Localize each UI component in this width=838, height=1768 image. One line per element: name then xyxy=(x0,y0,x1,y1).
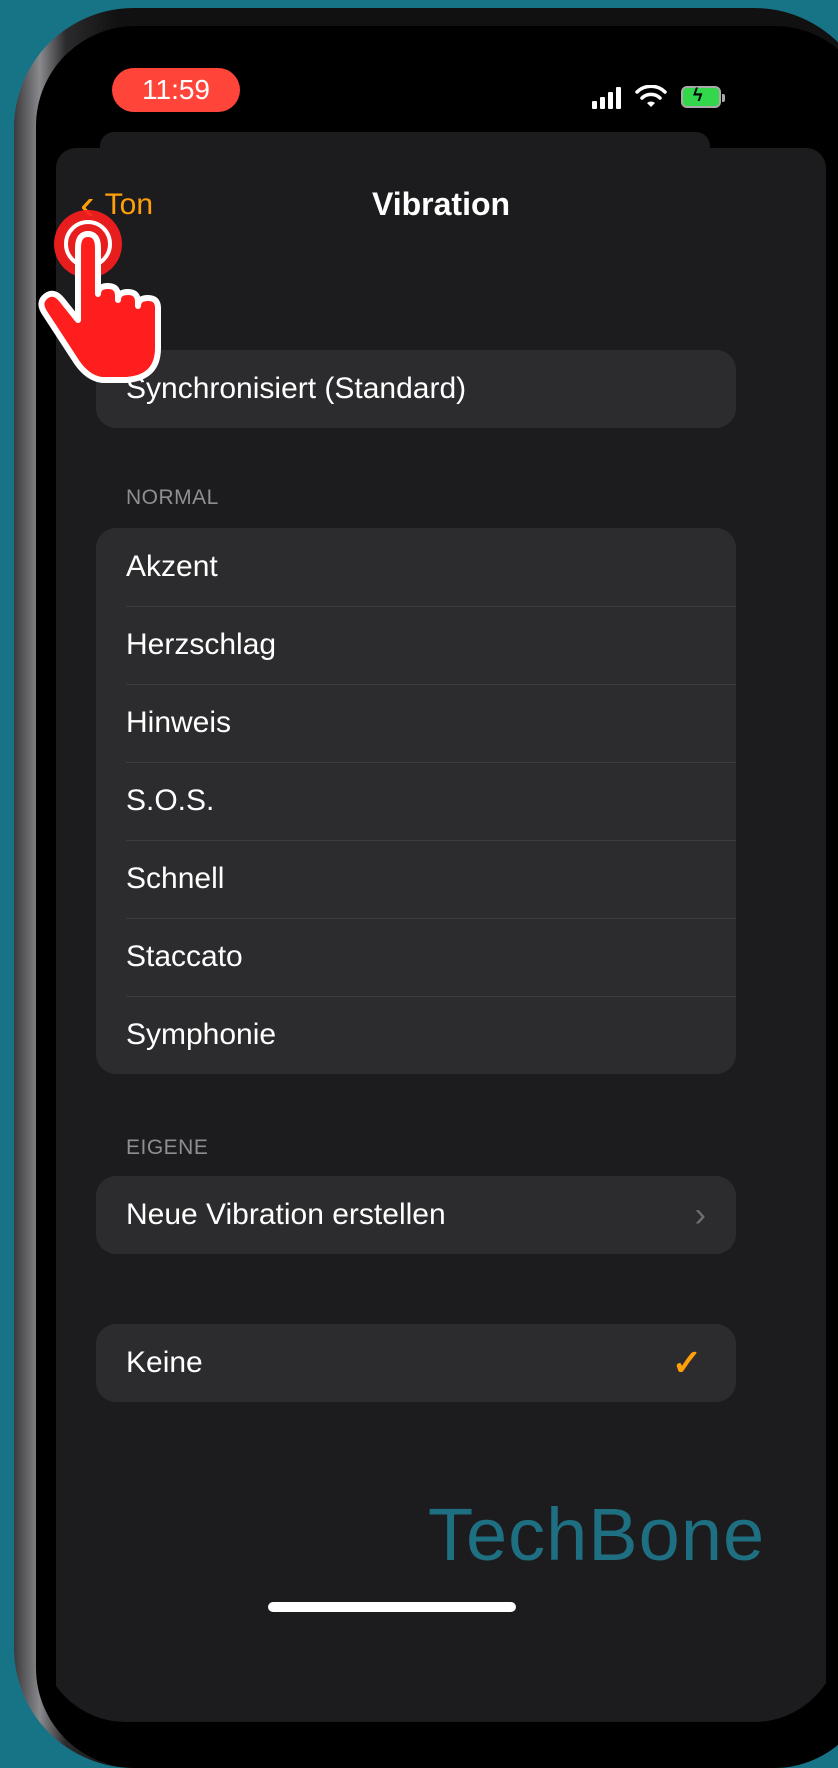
list-item[interactable]: S.O.S. xyxy=(96,762,736,840)
list-item[interactable]: Schnell xyxy=(96,840,736,918)
section-custom-header: EIGENE xyxy=(126,1136,209,1159)
watermark-logo: TechBone xyxy=(428,1493,766,1576)
list-item[interactable]: Akzent xyxy=(96,528,736,606)
synced-option[interactable]: Synchronisiert (Standard) xyxy=(96,350,736,428)
none-option[interactable]: Keine ✓ xyxy=(96,1324,736,1402)
list-item[interactable]: Hinweis xyxy=(96,684,736,762)
list-item[interactable]: Symphonie xyxy=(96,996,736,1074)
list-item[interactable]: Herzschlag xyxy=(96,606,736,684)
synced-group: Synchronisiert (Standard) xyxy=(96,350,736,428)
list-item[interactable]: Staccato xyxy=(96,918,736,996)
status-icons: ϟ xyxy=(592,82,725,112)
battery-charging-icon: ϟ xyxy=(681,85,725,108)
section-normal-header: NORMAL xyxy=(126,486,219,509)
custom-group: Neue Vibration erstellen › xyxy=(96,1176,736,1254)
none-label: Keine xyxy=(126,1346,203,1379)
create-vibration-row[interactable]: Neue Vibration erstellen › xyxy=(96,1176,736,1254)
none-group: Keine ✓ xyxy=(96,1324,736,1402)
wifi-icon xyxy=(635,85,667,107)
normal-group: Akzent Herzschlag Hinweis S.O.S. Schnell… xyxy=(96,528,736,1074)
create-vibration-label: Neue Vibration erstellen xyxy=(126,1198,446,1231)
cellular-signal-icon xyxy=(592,85,621,109)
tap-hand-icon xyxy=(38,210,161,383)
chevron-right-icon: › xyxy=(694,1196,706,1234)
status-time: 11:59 xyxy=(112,68,240,112)
home-indicator[interactable] xyxy=(268,1602,516,1612)
checkmark-icon: ✓ xyxy=(671,1342,702,1383)
